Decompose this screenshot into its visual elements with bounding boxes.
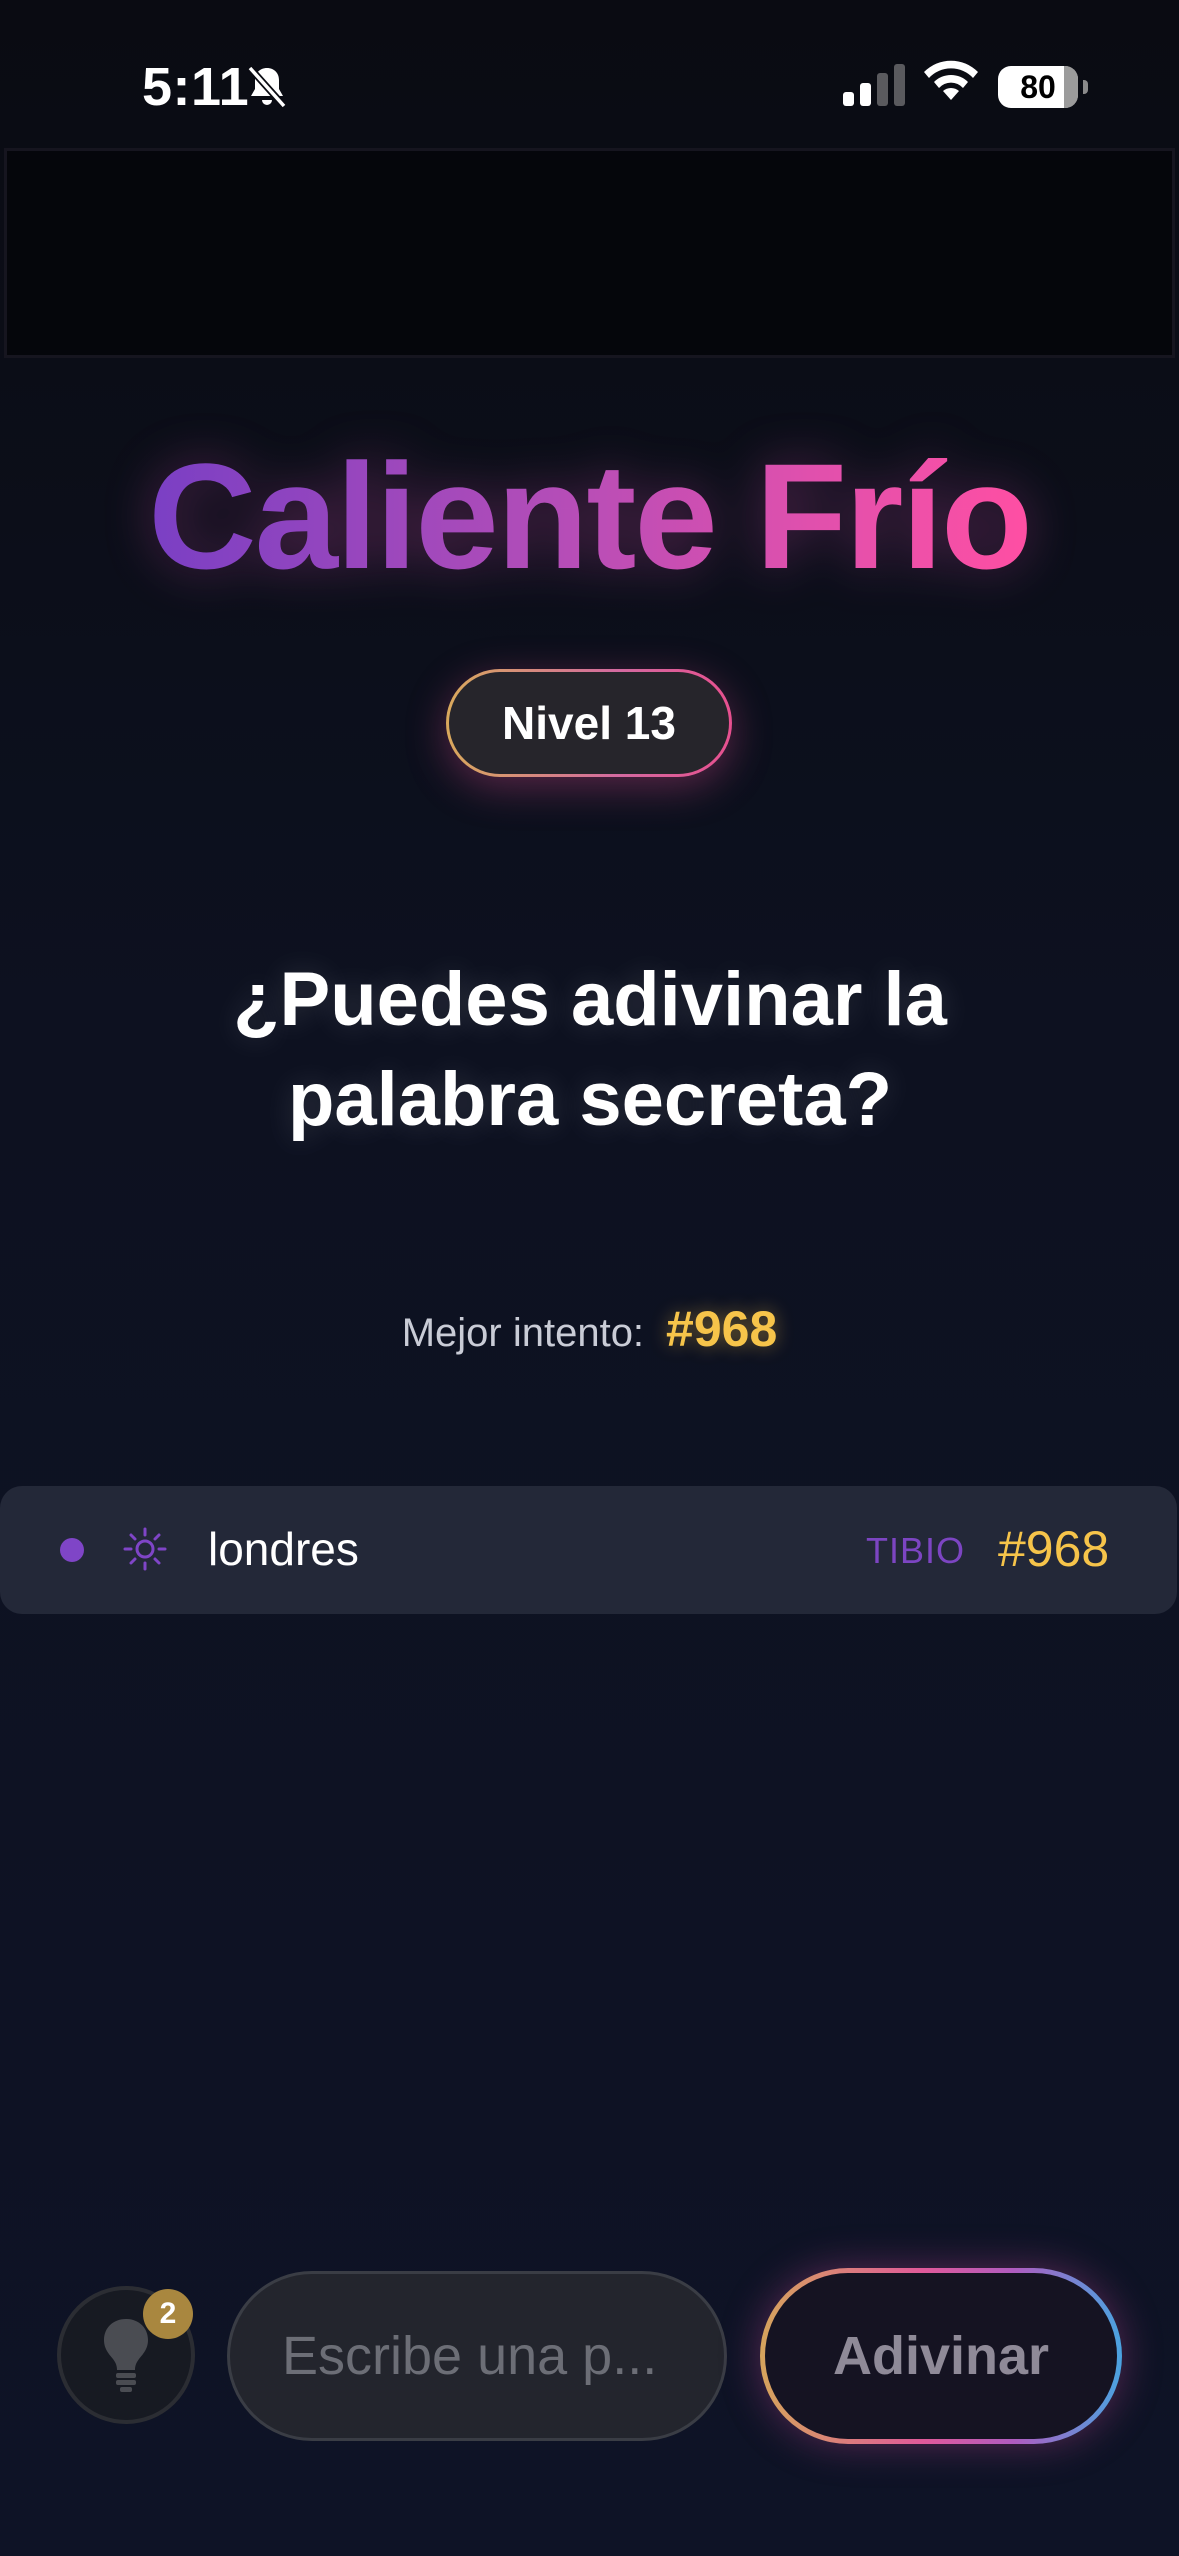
sun-icon [123,1527,167,1571]
app-title: Caliente Frío [0,430,1179,603]
cell-signal-icon [843,64,905,106]
ad-banner [4,148,1175,358]
submit-guess-label: Adivinar [765,2273,1117,2439]
question-text: ¿Puedes adivinar la palabra secreta? [233,957,947,1142]
guess-rank: #968 [998,1521,1110,1577]
bell-slash-icon [247,65,287,109]
status-time: 5:11 [142,57,250,117]
lightbulb-icon [104,2319,148,2392]
best-attempt-value: #968 [666,1301,778,1357]
wifi-icon [924,60,978,100]
best-attempt-label: Mejor intento: [401,1311,645,1355]
battery-icon: 80 [998,66,1088,108]
status-bar: 5:11 80 [0,0,1179,150]
level-badge: Nivel 13 [446,669,732,777]
status-dot [60,1538,84,1562]
guess-row: londres TIBIO #968 [0,1486,1177,1614]
guess-input[interactable] [227,2271,727,2441]
battery-level: 80 [1020,68,1056,105]
submit-guess-button[interactable]: Adivinar [760,2268,1122,2444]
level-label: Nivel 13 [449,672,729,774]
guess-word: londres [208,1523,359,1575]
hint-count-badge: 2 [143,2289,193,2339]
best-attempt: Mejor intento: #968 [0,1300,1179,1358]
guess-status: TIBIO [866,1530,966,1571]
app-title-text: Caliente Frío [148,432,1032,600]
